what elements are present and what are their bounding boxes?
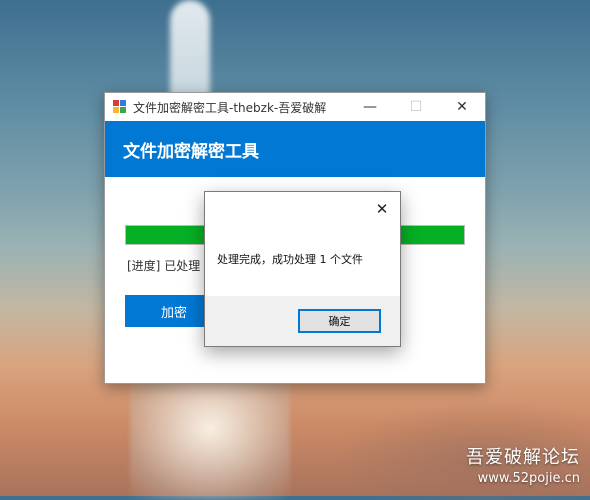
title-bar[interactable]: 文件加密解密工具-thebzk-吾爱破解 — ☐ ✕ <box>105 93 485 121</box>
close-button[interactable]: ✕ <box>439 93 485 121</box>
dialog-footer: 确定 <box>205 296 400 346</box>
dialog-close-icon[interactable]: ✕ <box>372 199 392 219</box>
watermark: 吾爱破解论坛 www.52pojie.cn <box>466 443 580 486</box>
status-text: 已处理 <box>164 259 201 273</box>
watermark-url: www.52pojie.cn <box>477 471 580 486</box>
status-line: [进度] 已处理 <box>127 257 200 274</box>
watermark-title: 吾爱破解论坛 <box>466 447 580 468</box>
app-icon <box>113 100 127 114</box>
header-banner: 文件加密解密工具 <box>105 121 485 177</box>
page-title: 文件加密解密工具 <box>123 141 259 162</box>
ok-button[interactable]: 确定 <box>298 309 381 333</box>
maximize-button[interactable]: ☐ <box>393 93 439 121</box>
background-smoke-cloud <box>130 380 290 500</box>
message-dialog: ✕ 处理完成，成功处理 1 个文件 确定 <box>204 191 401 347</box>
window-title: 文件加密解密工具-thebzk-吾爱破解 <box>133 100 327 115</box>
minimize-button[interactable]: — <box>347 93 393 121</box>
dialog-message: 处理完成，成功处理 1 个文件 <box>217 253 363 266</box>
status-prefix: [进度] <box>127 259 161 273</box>
